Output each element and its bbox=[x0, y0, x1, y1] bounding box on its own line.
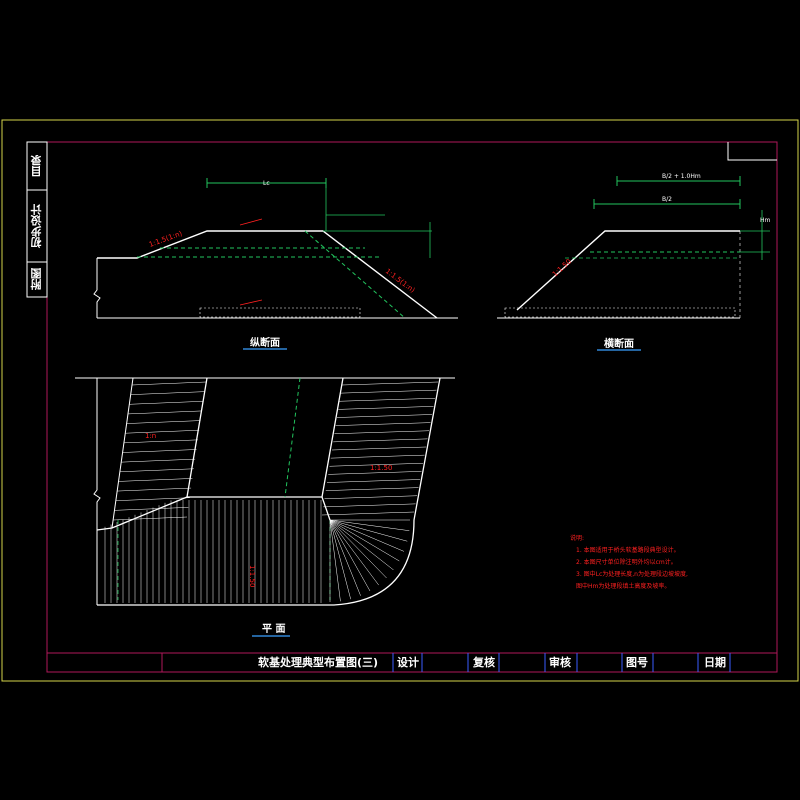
hatch-line bbox=[329, 519, 351, 600]
hatch-line bbox=[123, 439, 198, 444]
hatch-line bbox=[117, 487, 192, 492]
hatch-line bbox=[329, 519, 361, 596]
hatch-line bbox=[119, 468, 194, 473]
hatch-line bbox=[131, 381, 207, 386]
cross-second-dimension: B/2 bbox=[662, 196, 672, 203]
hatch-line bbox=[129, 401, 204, 405]
plan-right-slope-label: 1:1.50 bbox=[370, 464, 392, 472]
hatch-line bbox=[125, 429, 200, 434]
hatch-line bbox=[331, 446, 427, 451]
hatch-line bbox=[126, 420, 201, 424]
plan-center-slope-label: 1:1.50 bbox=[248, 565, 256, 587]
hatch-line bbox=[325, 487, 419, 491]
date-label: 日期 bbox=[704, 656, 726, 669]
hatch-line bbox=[329, 519, 387, 579]
check-label: 复核 bbox=[473, 656, 495, 669]
sidebar-tab-preliminary-design[interactable]: 初步设计 bbox=[27, 190, 47, 262]
drawing-title: 软基处理典型布置图(三) bbox=[258, 656, 379, 669]
note-item: 2. 本图尺寸单位除注明外均以cm计。 bbox=[576, 559, 677, 566]
hatch-line bbox=[114, 507, 189, 511]
hatch-line bbox=[334, 430, 430, 434]
hatch-line bbox=[329, 519, 371, 592]
hatch-line bbox=[329, 519, 408, 542]
longitudinal-section: 1:1.5(1:n) 1:1.5(1:n) Lc bbox=[93, 178, 458, 319]
hatch-line bbox=[130, 391, 205, 395]
hatch-line bbox=[330, 454, 425, 459]
cad-drawing: 1:1.5(1:n) 1:1.5(1:n) Lc 1:1.50 B/2 + 1.… bbox=[1, 119, 799, 682]
long-left-slope-label: 1:1.5(1:n) bbox=[148, 229, 184, 248]
cross-side-dimension: Hm bbox=[760, 217, 771, 224]
plan-view: 1:n 1:1.50 1:1.50 bbox=[75, 377, 455, 606]
long-top-dimension: Lc bbox=[263, 180, 270, 187]
hatch-line bbox=[339, 398, 436, 402]
hatch-line bbox=[321, 511, 415, 516]
longitudinal-view-title: 纵断面 bbox=[250, 336, 280, 349]
hatch-line bbox=[324, 495, 418, 499]
hatch-line bbox=[340, 389, 437, 394]
note-item: 3. 图中Lc为处理长度,n为处理段边坡坡度, bbox=[576, 571, 688, 578]
drawing-number-label: 图号 bbox=[626, 656, 648, 669]
hatch-line bbox=[118, 478, 193, 482]
hatch-line bbox=[333, 438, 428, 443]
hatch-line bbox=[329, 519, 400, 562]
notes-heading: 说明: bbox=[570, 535, 585, 542]
hatch-line bbox=[341, 381, 439, 386]
hatch-line bbox=[112, 516, 188, 521]
review-label: 审核 bbox=[549, 656, 571, 669]
hatch-line bbox=[127, 410, 202, 415]
hatch-line bbox=[335, 422, 431, 426]
cross-slope-label: 1:1.50 bbox=[551, 258, 573, 279]
cross-top-dimension: B/2 + 1.0Hm bbox=[662, 173, 701, 180]
sidebar-tab-contents[interactable]: 目录 bbox=[27, 142, 47, 190]
plan-hatch bbox=[104, 381, 439, 603]
cross-section: 1:1.50 B/2 + 1.0Hm B/2 Hm bbox=[497, 173, 771, 319]
hatch-line bbox=[326, 479, 421, 483]
plan-view-title: 平 面 bbox=[262, 623, 285, 635]
corner-box bbox=[727, 142, 777, 161]
hatch-line bbox=[329, 519, 405, 552]
plan-left-slope-label: 1:n bbox=[145, 432, 156, 440]
hatch-line bbox=[323, 503, 416, 508]
notes-block: 说明: 1. 本图适用于桥头软基路段典型设计。 2. 本图尺寸单位除注明外均以c… bbox=[570, 533, 750, 593]
sidebar-tab-attachments[interactable]: 附图 bbox=[27, 262, 47, 297]
note-item: 1. 本图适用于桥头软基路段典型设计。 bbox=[576, 547, 680, 554]
hatch-line bbox=[336, 414, 433, 418]
hatch-line bbox=[338, 406, 434, 410]
note-item: 图中Hm为处理段填土高度及坡率。 bbox=[576, 583, 671, 590]
hatch-line bbox=[121, 458, 196, 463]
cross-view-title: 横断面 bbox=[604, 337, 634, 350]
hatch-line bbox=[122, 449, 197, 453]
design-label: 设计 bbox=[397, 656, 419, 669]
